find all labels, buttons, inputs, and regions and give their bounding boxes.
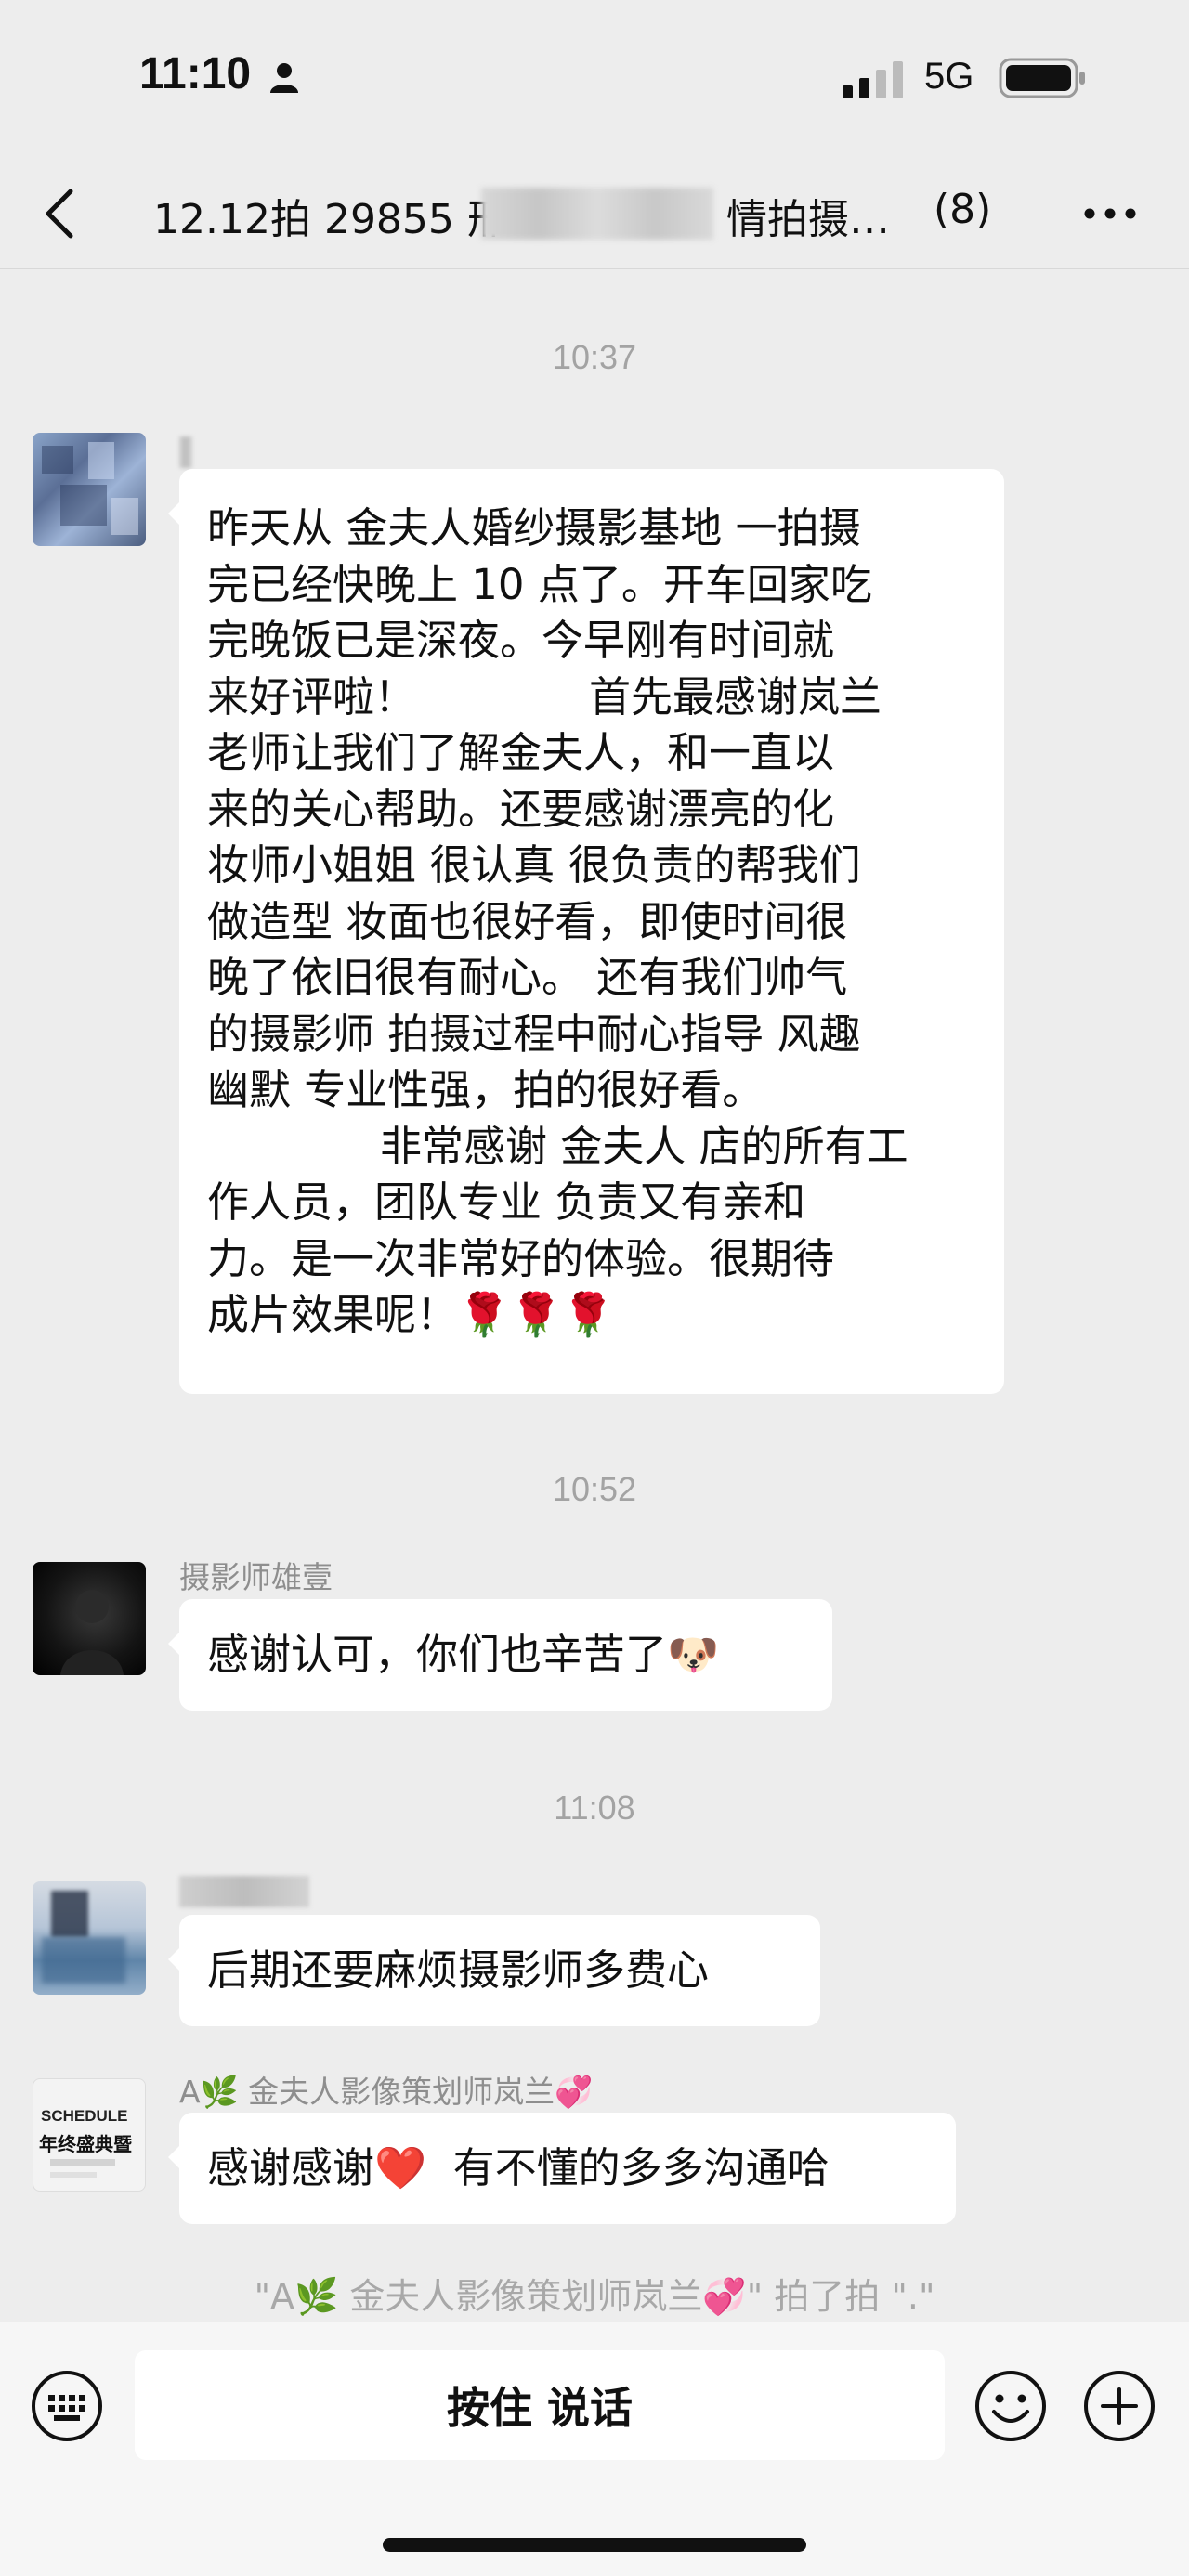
message-bubble[interactable]: 感谢感谢❤️ 有不懂的多多沟通哈 <box>168 2113 956 2224</box>
message-text: 感谢感谢❤️ 有不懂的多多沟通哈 <box>207 2142 830 2192</box>
status-time: 11:10 <box>139 49 252 98</box>
network-label: 5G <box>924 56 974 97</box>
emoji-icon[interactable] <box>973 2369 1048 2443</box>
battery-icon <box>999 58 1085 98</box>
back-arrow-icon[interactable] <box>37 184 84 243</box>
sender-name: A🌿 金夫人影像策划师岚兰💞 <box>179 2074 594 2110</box>
message-text: 后期还要麻烦摄影师多费心 <box>207 1945 710 1995</box>
message-line: 做造型 妆面也很好看，即使时间很 <box>207 896 848 946</box>
message-bubble[interactable]: 感谢认可，你们也辛苦了🐶 <box>168 1599 832 1711</box>
message-bubble[interactable]: 后期还要麻烦摄影师多费心 <box>168 1915 820 2026</box>
avatar[interactable]: SCHEDULE 年终盛典暨 <box>33 2078 146 2192</box>
message-line: 幽默 专业性强，拍的很好看。 <box>207 1065 764 1114</box>
more-options-icon[interactable] <box>1082 204 1138 223</box>
person-icon <box>270 63 298 93</box>
pat-notification: "A🌿 金夫人影像策划师岚兰💞" 拍了拍 "." <box>254 2276 935 2317</box>
message-line: 力。是一次非常好的体验。很期待 <box>207 1233 835 1283</box>
avatar-text: 年终盛典暨 <box>39 2133 132 2155</box>
sender-name-redacted <box>179 1876 309 1907</box>
hold-to-talk-button[interactable]: 按住 说话 <box>135 2350 945 2460</box>
avatar[interactable] <box>33 433 146 546</box>
timestamp: 10:52 <box>552 1470 637 1508</box>
message-line: 昨天从 金夫人婚纱摄影基地 一拍摄 <box>207 503 861 553</box>
message-line: 成片效果呢！🌹🌹🌹 <box>207 1290 615 1339</box>
message-line: 作人员，团队专业 负责又有亲和 <box>207 1177 806 1227</box>
status-bar: 11:10 5G <box>0 0 1189 158</box>
message-line: 完晚饭已是深夜。今早刚有时间就 <box>207 616 835 665</box>
message-line: 的摄影师 拍摄过程中耐心指导 风趣 <box>207 1008 861 1059</box>
message-line: 来的关心帮助。还要感谢漂亮的化 <box>207 784 835 834</box>
message-line: 完已经快晚上 10 点了。开车回家吃 <box>207 559 872 609</box>
chat-title-suffix: 情拍摄… <box>726 196 890 243</box>
input-bar: 按住 说话 <box>0 2322 1189 2576</box>
timestamp: 11:08 <box>554 1789 635 1827</box>
message-line: 非常感谢 金夫人 店的所有工 <box>207 1121 908 1171</box>
keyboard-icon[interactable] <box>30 2369 104 2443</box>
message-bubble[interactable]: 昨天从 金夫人婚纱摄影基地 一拍摄 完已经快晚上 10 点了。开车回家吃 完晚饭… <box>168 469 1004 1394</box>
plus-icon[interactable] <box>1082 2369 1156 2443</box>
chat-title: 12.12拍 29855 邢 <box>153 196 508 243</box>
timestamp: 10:37 <box>552 338 637 376</box>
avatar[interactable] <box>33 1881 146 1995</box>
avatar-text: SCHEDULE <box>41 2107 128 2125</box>
message-line: 老师让我们了解金夫人，和一直以 <box>207 728 835 777</box>
message-line: 晚了依旧很有耐心。 还有我们帅气 <box>207 953 848 1002</box>
member-count: (8) <box>934 186 992 233</box>
message-line: 来好评啦！ 首先最感谢岚兰 <box>207 671 882 722</box>
signal-icon <box>843 61 903 98</box>
sender-name: 摄影师雄壹 <box>179 1559 333 1595</box>
person-silhouette-icon <box>60 1590 124 1675</box>
sender-name-redacted <box>179 436 192 468</box>
chat-header: 12.12拍 29855 邢 情拍摄… (8) <box>0 158 1189 269</box>
home-indicator[interactable] <box>383 2538 806 2552</box>
message-text: 感谢认可，你们也辛苦了🐶 <box>207 1629 720 1679</box>
redacted-title-segment <box>481 188 713 240</box>
avatar[interactable] <box>33 1562 146 1675</box>
message-line: 妆师小姐姐 很认真 很负责的帮我们 <box>207 840 861 890</box>
